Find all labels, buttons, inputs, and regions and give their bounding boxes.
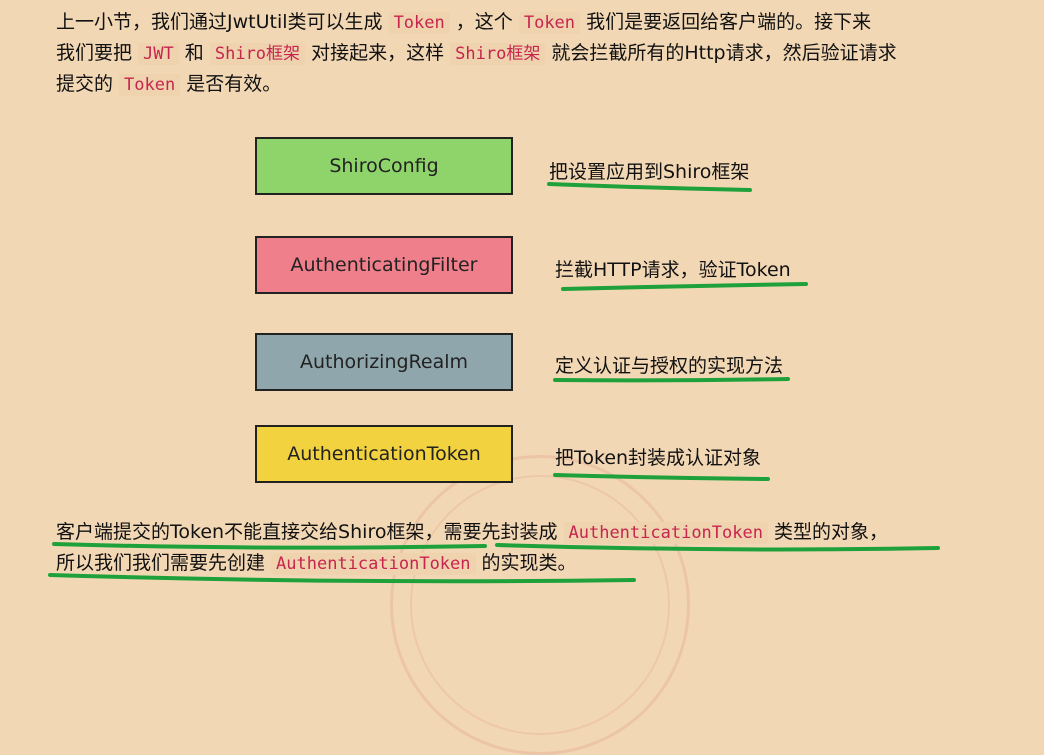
underline-note-4 [553,473,770,481]
underline-outro-1b [495,543,940,552]
underline-note-1 [547,182,752,192]
underline-note-2 [561,282,808,291]
underline-marks [48,182,940,584]
underline-outro-1a [52,542,487,550]
underline-outro-2 [48,573,636,584]
underline-note-3 [553,377,790,383]
